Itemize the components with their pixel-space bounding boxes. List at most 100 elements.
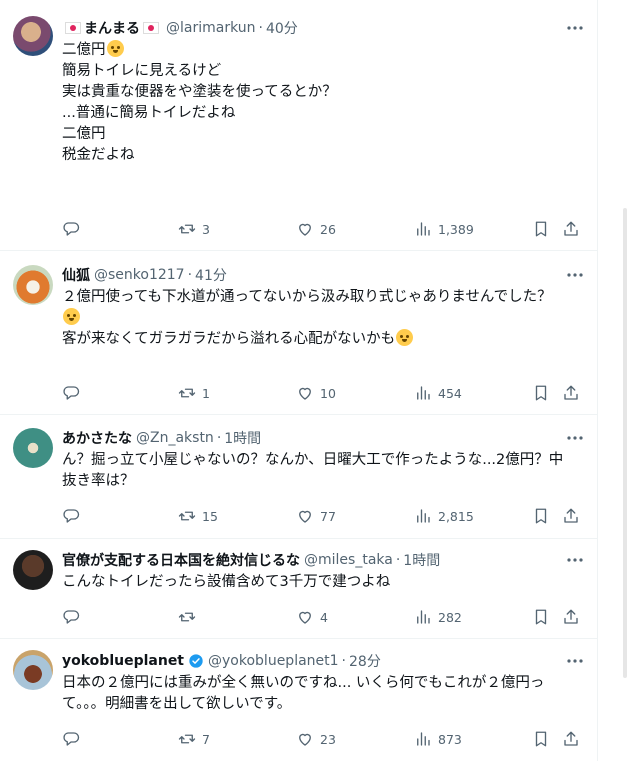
smirk-emoji-icon	[396, 329, 414, 346]
tweet-line: ２億円使っても下水道が通ってないから汲み取り式じゃありませんでした？	[62, 289, 552, 305]
views-button[interactable]: 1,389	[414, 219, 474, 239]
tweet-actions: 3 26 1,389	[62, 219, 587, 239]
bookmark-button[interactable]	[532, 506, 550, 526]
like-button[interactable]: 10	[296, 383, 336, 403]
tweet-line: 実は貴重な便器をや塗装を使ってるとか？	[62, 84, 337, 100]
bookmark-button[interactable]	[532, 607, 550, 627]
avatar[interactable]	[13, 265, 53, 305]
more-options-icon[interactable]	[565, 18, 585, 38]
view-count: 454	[438, 385, 462, 401]
view-count: 1,389	[438, 221, 474, 237]
separator-dot: ·	[395, 552, 401, 568]
reply-button[interactable]	[62, 729, 86, 749]
reply-icon	[63, 509, 80, 523]
share-button[interactable]	[562, 607, 580, 627]
more-options-icon[interactable]	[565, 550, 585, 570]
heart-icon	[299, 611, 311, 624]
tweet-line: 簡易トイレに見えるけど	[62, 63, 222, 79]
views-button[interactable]: 2,815	[414, 506, 474, 526]
tweet-line: 日本の２億円には重みが全く無いのですね... いくら何でもこれが２億円っ	[62, 675, 545, 691]
retweet-button[interactable]: 3	[178, 219, 210, 239]
share-icon	[564, 731, 578, 746]
like-count: 23	[320, 731, 336, 747]
retweet-button[interactable]: 1	[178, 383, 210, 403]
more-options-icon[interactable]	[565, 428, 585, 448]
scrollbar-thumb[interactable]	[623, 208, 627, 678]
heart-icon	[299, 733, 311, 746]
more-options-icon[interactable]	[565, 651, 585, 671]
share-button[interactable]	[562, 383, 580, 403]
reply-icon	[63, 222, 80, 236]
reply-icon	[63, 386, 80, 400]
timestamp[interactable]: 1時間	[403, 550, 440, 570]
tweet[interactable]: yokoblueplanet @yokoblueplanet1 · 28分 日本…	[0, 639, 597, 761]
retweet-icon	[178, 388, 196, 398]
reply-button[interactable]	[62, 607, 86, 627]
share-icon	[564, 508, 578, 523]
view-count: 282	[438, 609, 462, 625]
like-button[interactable]: 26	[296, 219, 336, 239]
view-count: 2,815	[438, 508, 474, 524]
share-button[interactable]	[562, 729, 580, 749]
display-name[interactable]: yokoblueplanet	[62, 653, 184, 669]
avatar[interactable]	[13, 428, 53, 468]
tweet-actions: 4 282	[62, 607, 587, 627]
tweet-line: こんなトイレだったら設備含めて3千万で建つよね	[62, 574, 391, 590]
views-button[interactable]: 873	[414, 729, 462, 749]
bookmark-icon	[535, 609, 547, 625]
like-button[interactable]: 77	[296, 506, 336, 526]
views-chart-icon	[417, 509, 430, 523]
avatar[interactable]	[13, 16, 53, 56]
display-name[interactable]: 仙狐	[62, 265, 90, 285]
views-button[interactable]: 454	[414, 383, 462, 403]
share-button[interactable]	[562, 219, 580, 239]
avatar[interactable]	[13, 550, 53, 590]
views-button[interactable]: 282	[414, 607, 462, 627]
share-button[interactable]	[562, 506, 580, 526]
user-handle[interactable]: @yokoblueplanet1	[208, 653, 339, 669]
separator-dot: ·	[216, 430, 222, 446]
retweet-button[interactable]	[178, 607, 202, 627]
bookmark-button[interactable]	[532, 219, 550, 239]
timeline: まんまる @larimarkun · 40分 二億円 簡易トイレに見えるけど 実…	[0, 0, 598, 761]
share-icon	[564, 221, 578, 236]
tweet-line: ...普通に簡易トイレだよね	[62, 105, 236, 121]
reply-icon	[63, 732, 80, 746]
bookmark-button[interactable]	[532, 729, 550, 749]
retweet-button[interactable]: 15	[178, 506, 218, 526]
views-chart-icon	[417, 222, 430, 236]
display-name[interactable]: 官僚が支配する日本国を絶対信じるな	[62, 550, 300, 570]
more-options-icon[interactable]	[565, 265, 585, 285]
separator-dot: ·	[341, 653, 346, 669]
reply-button[interactable]	[62, 506, 86, 526]
separator-dot: ·	[187, 267, 193, 283]
tweet[interactable]: 仙狐 @senko1217 · 41分 ２億円使っても下水道が通ってないから汲み…	[0, 251, 597, 415]
retweet-icon	[178, 224, 196, 234]
tweet-text: 日本の２億円には重みが全く無いのですね... いくら何でもこれが２億円っ て。。…	[62, 673, 587, 715]
tweet-line: ん？掘っ立て小屋じゃないの？なんか、日曜大工で作ったような...2億円？中	[62, 452, 564, 468]
like-button[interactable]: 23	[296, 729, 336, 749]
tweet[interactable]: あかさたな @Zn_akstn · 1時間 ん？掘っ立て小屋じゃないの？なんか、…	[0, 415, 597, 539]
timestamp[interactable]: 1時間	[224, 428, 261, 448]
reply-button[interactable]	[62, 383, 86, 403]
display-name[interactable]: あかさたな	[62, 428, 132, 448]
tweet[interactable]: まんまる @larimarkun · 40分 二億円 簡易トイレに見えるけど 実…	[0, 0, 597, 251]
view-count: 873	[438, 731, 462, 747]
user-handle[interactable]: @larimarkun	[166, 20, 256, 36]
retweet-button[interactable]: 7	[178, 729, 210, 749]
timestamp[interactable]: 28分	[349, 651, 381, 671]
user-handle[interactable]: @Zn_akstn	[136, 430, 214, 446]
like-button[interactable]: 4	[296, 607, 328, 627]
tweet[interactable]: 官僚が支配する日本国を絶対信じるな @miles_taka · 1時間 こんなト…	[0, 539, 597, 639]
avatar[interactable]	[13, 650, 53, 690]
tweet-line: て。。。明細書を出して欲しいです。	[62, 696, 292, 712]
tweet-actions: 15 77 2,815	[62, 506, 587, 526]
bookmark-button[interactable]	[532, 383, 550, 403]
user-handle[interactable]: @miles_taka	[304, 552, 393, 568]
display-name[interactable]: まんまる	[84, 18, 140, 38]
timestamp[interactable]: 41分	[195, 265, 227, 285]
timestamp[interactable]: 40分	[266, 18, 298, 38]
user-handle[interactable]: @senko1217	[94, 267, 185, 283]
reply-button[interactable]	[62, 219, 86, 239]
tweet-text: ん？掘っ立て小屋じゃないの？なんか、日曜大工で作ったような...2億円？中 抜き…	[62, 450, 587, 492]
